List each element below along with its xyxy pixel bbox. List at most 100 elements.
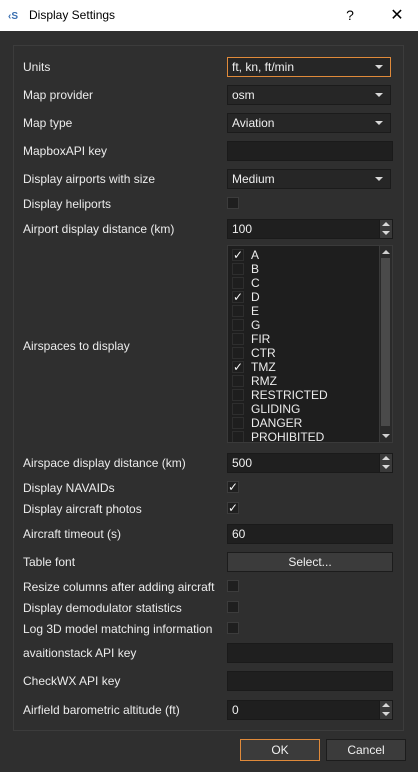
mapbox-key-input[interactable] xyxy=(227,141,393,161)
map-provider-dropdown[interactable]: osm xyxy=(227,85,391,105)
airspace-distance-spinbox[interactable]: 500 xyxy=(227,453,393,473)
units-dropdown[interactable]: ft, kn, ft/min xyxy=(227,57,391,77)
airspaces-list[interactable]: ✓ A B C ✓ D E G FIR CTR ✓ TMZ RMZ RESTRICTED GLIDING DA… xyxy=(227,245,393,443)
spin-buttons[interactable] xyxy=(379,220,392,238)
barometric-altitude-spinbox[interactable]: 0 xyxy=(227,700,393,720)
cancel-button[interactable]: Cancel xyxy=(326,739,406,761)
spin-up-icon[interactable] xyxy=(382,703,390,707)
airspace-label: TMZ xyxy=(251,360,276,374)
table-font-select-button[interactable]: Select... xyxy=(227,552,393,572)
airport-size-dropdown[interactable]: Medium xyxy=(227,169,391,189)
airspace-distance-value: 500 xyxy=(232,456,253,470)
mapbox-key-label: MapboxAPI key xyxy=(23,144,108,158)
spin-buttons[interactable] xyxy=(379,701,392,719)
list-item[interactable]: DANGER xyxy=(230,416,380,430)
airport-size-label: Display airports with size xyxy=(23,172,156,186)
window-title: Display Settings xyxy=(29,8,116,22)
airspace-checkbox[interactable] xyxy=(232,431,244,442)
aircraft-timeout-label: Aircraft timeout (s) xyxy=(23,527,122,541)
airspaces-scrollbar[interactable] xyxy=(379,246,392,442)
list-item[interactable]: GLIDING xyxy=(230,402,380,416)
airspace-checkbox[interactable] xyxy=(232,347,244,359)
resize-columns-checkbox[interactable] xyxy=(227,580,239,592)
scroll-thumb[interactable] xyxy=(381,258,390,426)
airspace-label: GLIDING xyxy=(251,402,301,416)
airspace-checkbox[interactable] xyxy=(232,263,244,275)
airspace-checkbox[interactable] xyxy=(232,403,244,415)
list-item[interactable]: E xyxy=(230,304,380,318)
aircraft-timeout-input[interactable]: 60 xyxy=(227,524,393,544)
list-item[interactable]: RESTRICTED xyxy=(230,388,380,402)
barometric-altitude-label: Airfield barometric altitude (ft) xyxy=(23,703,180,717)
airspace-label: G xyxy=(251,318,261,332)
list-item[interactable]: B xyxy=(230,262,380,276)
airspace-checkbox[interactable]: ✓ xyxy=(232,249,244,261)
map-type-dropdown[interactable]: Aviation xyxy=(227,113,391,133)
airspace-label: RESTRICTED xyxy=(251,388,328,402)
airspace-label: PROHIBITED xyxy=(251,430,325,443)
list-item[interactable]: PROHIBITED xyxy=(230,430,380,443)
spin-down-icon[interactable] xyxy=(382,465,390,469)
airspace-checkbox[interactable] xyxy=(232,417,244,429)
airspace-checkbox[interactable] xyxy=(232,389,244,401)
checkwx-key-input[interactable] xyxy=(227,671,393,691)
demod-stats-label: Display demodulator statistics xyxy=(23,601,182,615)
list-item[interactable]: FIR xyxy=(230,332,380,346)
aircraft-photos-checkbox[interactable]: ✓ xyxy=(227,502,239,514)
list-item[interactable]: C xyxy=(230,276,380,290)
chevron-down-icon xyxy=(375,177,383,181)
aviationstack-key-input[interactable] xyxy=(227,643,393,663)
units-label: Units xyxy=(23,60,51,74)
airspace-checkbox[interactable] xyxy=(232,319,244,331)
list-item[interactable]: G xyxy=(230,318,380,332)
airspace-checkbox[interactable] xyxy=(232,277,244,289)
spin-up-icon[interactable] xyxy=(382,456,390,460)
spin-down-icon[interactable] xyxy=(382,712,390,716)
list-item[interactable]: CTR xyxy=(230,346,380,360)
close-button[interactable]: ✕ xyxy=(382,0,412,31)
navaids-label: Display NAVAIDs xyxy=(23,481,115,495)
app-logo-icon: ‹S xyxy=(8,11,18,21)
demod-stats-checkbox[interactable] xyxy=(227,601,239,613)
spin-down-icon[interactable] xyxy=(382,231,390,235)
log-3d-checkbox[interactable] xyxy=(227,622,239,634)
airport-distance-spinbox[interactable]: 100 xyxy=(227,219,393,239)
chevron-down-icon xyxy=(375,65,383,69)
airspace-label: DANGER xyxy=(251,416,303,430)
list-item[interactable]: ✓ D xyxy=(230,290,380,304)
navaids-checkbox[interactable]: ✓ xyxy=(227,481,239,493)
airspace-label: E xyxy=(251,304,260,318)
airspace-checkbox[interactable]: ✓ xyxy=(232,291,244,303)
airport-size-value: Medium xyxy=(232,172,275,186)
aviationstack-key-label: avaitionstack API key xyxy=(23,646,137,660)
airspace-checkbox[interactable] xyxy=(232,375,244,387)
airspace-label: C xyxy=(251,276,260,290)
list-item[interactable]: RMZ xyxy=(230,374,380,388)
map-provider-label: Map provider xyxy=(23,88,94,102)
svg-text:‹S: ‹S xyxy=(8,11,18,21)
airspace-checkbox[interactable] xyxy=(232,333,244,345)
scroll-up-icon[interactable] xyxy=(382,250,390,254)
map-type-value: Aviation xyxy=(232,116,275,130)
scroll-down-icon[interactable] xyxy=(382,434,390,438)
spin-up-icon[interactable] xyxy=(382,222,390,226)
chevron-down-icon xyxy=(375,93,383,97)
airspace-checkbox[interactable]: ✓ xyxy=(232,361,244,373)
list-item[interactable]: ✓ TMZ xyxy=(230,360,380,374)
map-provider-value: osm xyxy=(232,88,255,102)
heliports-checkbox[interactable] xyxy=(227,197,239,209)
list-item[interactable]: ✓ A xyxy=(230,248,380,262)
heliports-label: Display heliports xyxy=(23,197,112,211)
airspace-distance-label: Airspace display distance (km) xyxy=(23,456,186,470)
airspace-label: B xyxy=(251,262,260,276)
ok-button[interactable]: OK xyxy=(240,739,320,761)
help-button[interactable]: ? xyxy=(338,0,362,31)
log-3d-label: Log 3D model matching information xyxy=(23,622,213,636)
spin-buttons[interactable] xyxy=(379,454,392,472)
barometric-altitude-value: 0 xyxy=(232,703,239,717)
units-value: ft, kn, ft/min xyxy=(232,60,295,74)
airspace-checkbox[interactable] xyxy=(232,305,244,317)
airport-distance-label: Airport display distance (km) xyxy=(23,222,175,236)
airspaces-label: Airspaces to display xyxy=(23,339,130,353)
chevron-down-icon xyxy=(375,121,383,125)
